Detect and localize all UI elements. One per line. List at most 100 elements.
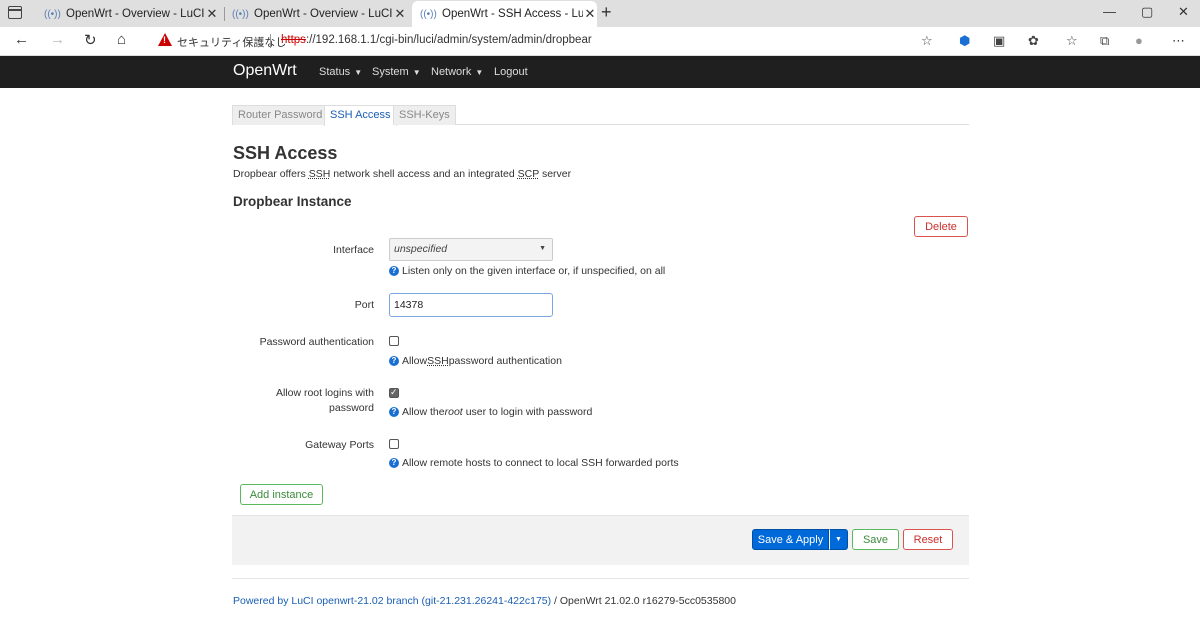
extensions-icon[interactable]: ✿ xyxy=(1028,33,1039,49)
save-button[interactable]: Save xyxy=(852,529,899,550)
save-apply-dropdown-icon[interactable]: ▼ xyxy=(829,529,848,550)
collections-icon[interactable]: ▣ xyxy=(993,33,1005,49)
password-auth-label: Password authentication xyxy=(259,336,374,348)
tab-ssh-keys[interactable]: SSH-Keys xyxy=(393,105,456,125)
add-instance-button[interactable]: Add instance xyxy=(240,484,323,505)
interface-value: unspecified xyxy=(394,243,448,255)
section-title: Dropbear Instance xyxy=(233,194,352,209)
cbi-tab-strip: Router Password SSH Access SSH-Keys xyxy=(232,105,969,126)
reset-button[interactable]: Reset xyxy=(903,529,953,550)
page-title: SSH Access xyxy=(233,143,338,163)
page-actions-bar: Save & Apply ▼ Save Reset xyxy=(232,515,969,565)
gateway-ports-help: ? Allow remote hosts to connect to local… xyxy=(389,457,679,469)
delete-instance-button[interactable]: Delete xyxy=(914,216,968,237)
help-text: Allow remote hosts to connect to local S… xyxy=(402,457,679,469)
forward-icon[interactable]: → xyxy=(50,31,65,48)
url-path: ://192.168.1.1/cgi-bin/luci/admin/system… xyxy=(305,34,592,46)
brand-logo[interactable]: OpenWrt xyxy=(233,62,297,80)
help-text: Allow xyxy=(402,355,428,367)
browser-tab-overview-2[interactable]: ((•)) OpenWrt - Overview - LuCI ✕ xyxy=(232,1,407,27)
ssh-abbr: SSH xyxy=(427,355,449,367)
address-separator xyxy=(270,34,271,48)
password-auth-checkbox[interactable] xyxy=(389,336,399,346)
gateway-ports-label: Gateway Ports xyxy=(305,439,374,451)
tab-title: OpenWrt - SSH Access - LuCI xyxy=(442,8,583,20)
url-field[interactable]: https://192.168.1.1/cgi-bin/luci/admin/s… xyxy=(281,34,592,46)
root-login-checkbox[interactable] xyxy=(389,387,399,398)
menu-label: System xyxy=(372,66,409,78)
save-apply-button[interactable]: Save & Apply xyxy=(752,529,829,550)
password-auth-help: ? Allow SSH password authentication xyxy=(389,355,562,367)
openwrt-favicon-icon: ((•)) xyxy=(44,8,61,20)
ssh-abbr: SSH xyxy=(308,168,331,180)
label-line: Allow root logins with xyxy=(275,387,374,399)
menu-system[interactable]: System ▼ xyxy=(372,66,421,78)
root-login-help: ? Allow the root user to login with pass… xyxy=(389,406,592,418)
openwrt-favicon-icon: ((•)) xyxy=(420,8,437,20)
caret-down-icon: ▼ xyxy=(354,68,363,77)
maximize-icon[interactable]: ▢ xyxy=(1141,4,1153,20)
root-login-label: Allow root logins with password xyxy=(214,386,374,416)
interface-help: ? Listen only on the given interface or,… xyxy=(389,265,665,277)
desc-text: network shell access and an integrated xyxy=(330,168,518,180)
more-menu-icon[interactable]: ⋯ xyxy=(1172,33,1185,49)
tab-actions-menu-icon[interactable] xyxy=(8,6,22,19)
openwrt-version: / OpenWrt 21.02.0 r16279-5cc0535800 xyxy=(551,595,736,607)
interface-select[interactable]: unspecified ▼ xyxy=(389,238,553,261)
window-close-icon[interactable]: ✕ xyxy=(1178,4,1189,20)
port-label: Port xyxy=(354,299,374,311)
luci-version-link[interactable]: Powered by LuCI openwrt-21.02 branch (gi… xyxy=(233,595,551,607)
menu-label: Network xyxy=(431,66,472,78)
openwrt-favicon-icon: ((•)) xyxy=(232,8,249,20)
browser-tab-ssh-access[interactable]: ((•)) OpenWrt - SSH Access - LuCI ✕ xyxy=(412,1,597,27)
browser-tab-strip: ((•)) OpenWrt - Overview - LuCI ✕ ((•)) … xyxy=(0,0,1200,27)
back-icon[interactable]: ← xyxy=(14,31,29,48)
menu-network[interactable]: Network ▼ xyxy=(431,66,483,78)
collections-tab-icon[interactable]: ⧉ xyxy=(1100,33,1109,49)
reload-icon[interactable]: ↻ xyxy=(84,31,97,49)
help-text: Listen only on the given interface or, i… xyxy=(402,265,666,277)
help-icon: ? xyxy=(389,266,399,276)
caret-down-icon: ▼ xyxy=(475,68,484,77)
password-shield-icon[interactable]: ⬢ xyxy=(959,33,970,49)
tab-router-password[interactable]: Router Password xyxy=(232,105,329,125)
tab-ssh-access[interactable]: SSH Access xyxy=(324,105,397,126)
address-bar: ← → ↻ ⌂ セキュリティ保護なし https://192.168.1.1/c… xyxy=(0,27,1200,56)
tab-title: OpenWrt - Overview - LuCI xyxy=(66,8,205,20)
scp-abbr: SCP xyxy=(517,168,540,180)
help-text: user to login with password xyxy=(465,406,593,418)
insecure-warning-icon[interactable] xyxy=(158,33,172,46)
profile-avatar-icon[interactable]: ● xyxy=(1135,33,1143,48)
help-icon: ? xyxy=(389,356,399,366)
favorites-icon[interactable]: ☆ xyxy=(1066,33,1078,49)
help-text: Allow the xyxy=(402,406,445,418)
desc-text: Dropbear offers xyxy=(233,168,309,180)
menu-label: Logout xyxy=(494,66,528,78)
chevron-down-icon: ▼ xyxy=(539,245,546,252)
page-description: Dropbear offers SSH network shell access… xyxy=(233,168,571,180)
browser-tab-overview-1[interactable]: ((•)) OpenWrt - Overview - LuCI ✕ xyxy=(44,1,219,27)
tab-separator xyxy=(224,7,225,21)
footer: Powered by LuCI openwrt-21.02 branch (gi… xyxy=(233,595,736,607)
minimize-icon[interactable]: — xyxy=(1103,4,1116,19)
close-icon[interactable]: ✕ xyxy=(205,6,219,22)
home-icon[interactable]: ⌂ xyxy=(117,31,126,48)
close-icon[interactable]: ✕ xyxy=(583,6,597,22)
help-icon: ? xyxy=(389,458,399,468)
url-protocol: https xyxy=(281,34,306,46)
favorite-star-icon[interactable]: ☆ xyxy=(921,33,933,49)
menu-status[interactable]: Status ▼ xyxy=(319,66,362,78)
close-icon[interactable]: ✕ xyxy=(393,6,407,22)
footer-divider xyxy=(232,578,969,579)
luci-header: OpenWrt Status ▼ System ▼ Network ▼ Logout xyxy=(0,56,1200,88)
interface-label: Interface xyxy=(333,244,374,256)
port-input[interactable] xyxy=(389,293,553,317)
new-tab-button[interactable]: + xyxy=(601,2,612,23)
gateway-ports-checkbox[interactable] xyxy=(389,439,399,449)
help-icon: ? xyxy=(389,407,399,417)
tab-title: OpenWrt - Overview - LuCI xyxy=(254,8,393,20)
menu-logout[interactable]: Logout xyxy=(494,66,528,78)
label-line: password xyxy=(329,402,374,414)
desc-text: server xyxy=(539,168,572,180)
root-emphasis: root xyxy=(444,406,463,418)
